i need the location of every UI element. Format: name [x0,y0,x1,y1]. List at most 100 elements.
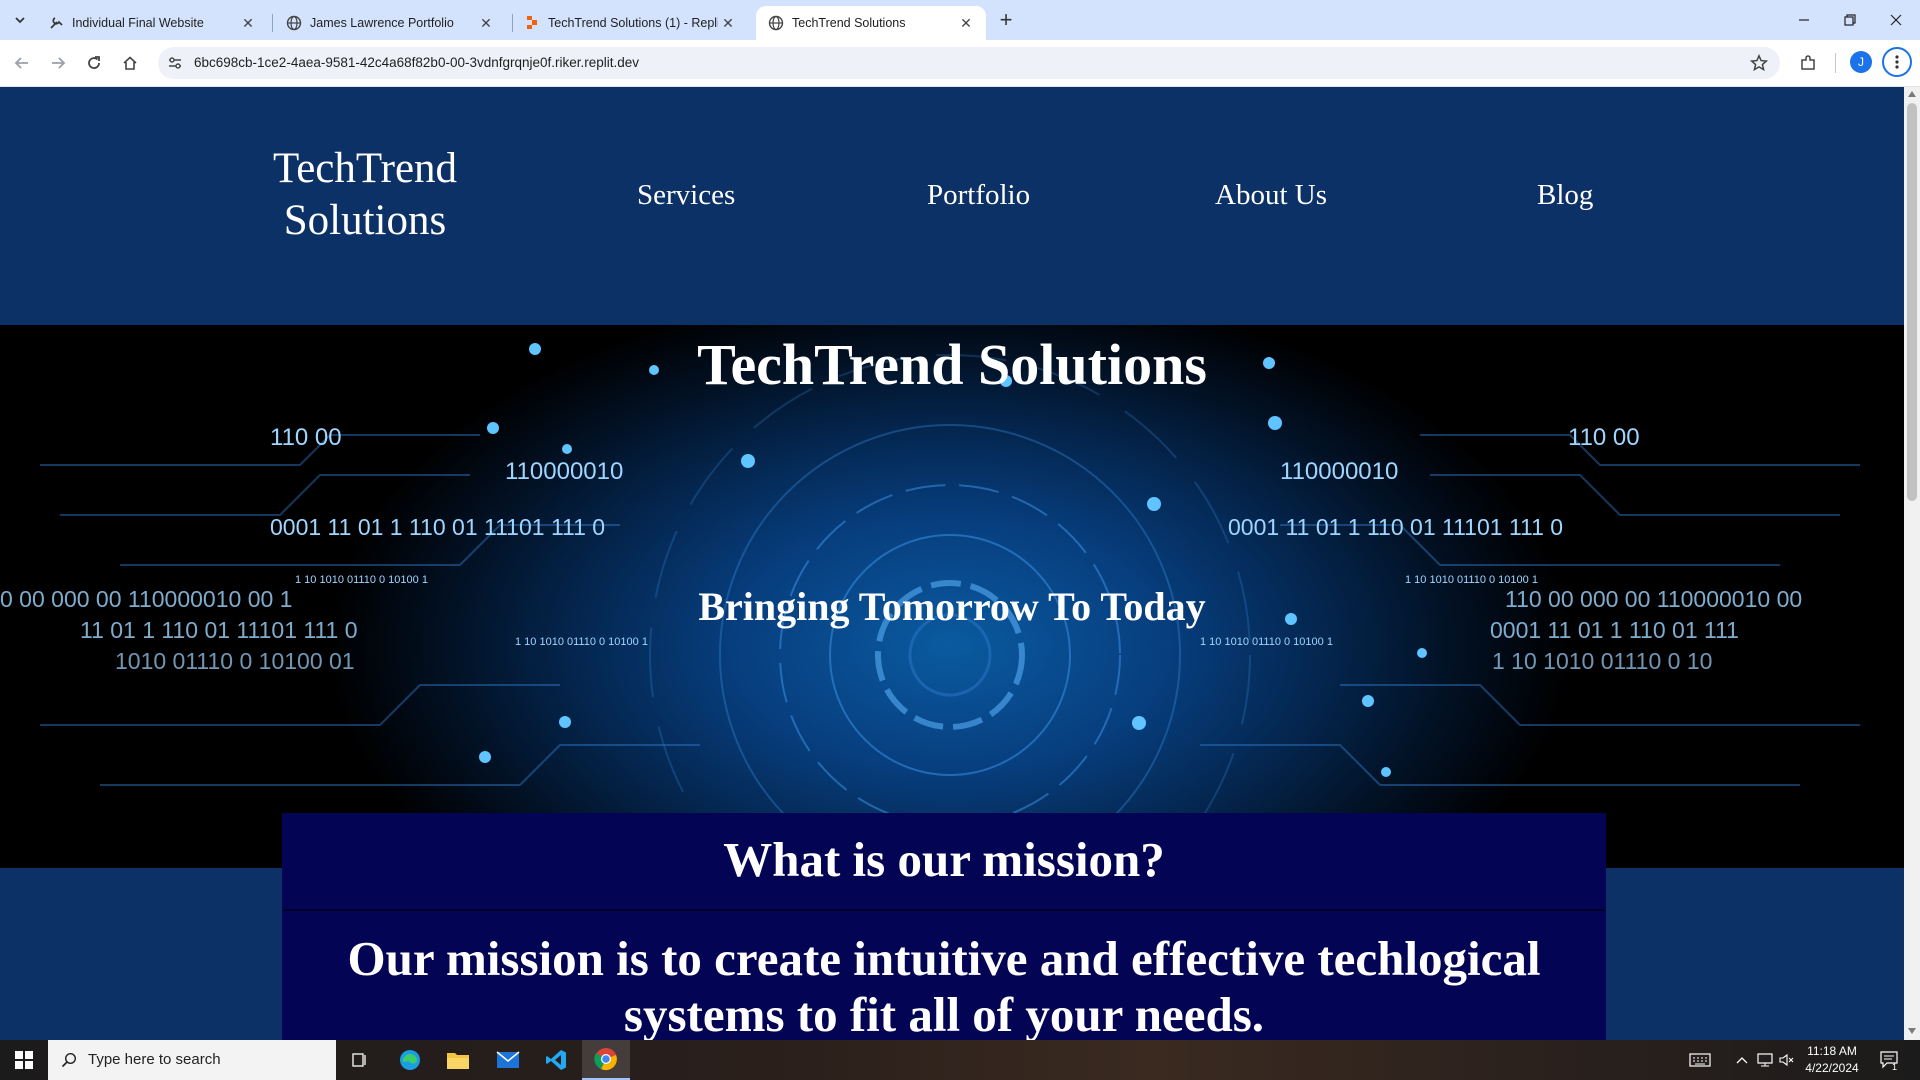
hero-title: TechTrend Solutions [697,332,1207,397]
close-icon[interactable]: ✕ [238,13,258,33]
binary-text: 110 00 [1568,424,1640,451]
edge-browser-icon [400,1050,420,1070]
kebab-menu-icon [1895,55,1899,69]
tab-title: TechTrend Solutions [792,16,906,30]
tab-divider [272,14,273,32]
restore-button[interactable] [1828,8,1872,32]
taskbar-file-explorer[interactable] [434,1040,482,1080]
close-window-button[interactable] [1874,8,1918,32]
taskbar-clock[interactable]: 11:18 AM 4/22/2024 [1798,1043,1866,1077]
show-hidden-icons-button[interactable] [1732,1040,1752,1080]
mission-text: Our mission is to create intuitive and e… [347,931,1541,1040]
profile-avatar[interactable]: J [1850,51,1872,73]
close-icon [1890,14,1902,26]
home-button[interactable] [116,49,144,77]
home-icon [123,56,137,70]
tab-techtrend-replit[interactable]: TechTrend Solutions (1) - Replit ✕ [512,6,748,40]
tab-title: Individual Final Website [72,16,204,30]
url-text[interactable]: 6bc698cb-1ce2-4aea-9581-42c4a68f82b0-00-… [194,55,639,70]
vscode-icon [546,1050,566,1070]
notification-count-badge: 1 [1892,1062,1898,1072]
arrow-left-icon [14,57,28,69]
nav-link-about-us[interactable]: About Us [1215,179,1327,212]
site-logo[interactable]: TechTrend Solutions [250,143,480,247]
globe-icon [286,15,302,31]
hero-banner: 110 00 110000010 0001 11 01 1 110 01 111… [0,325,1904,868]
back-button[interactable] [8,49,36,77]
binary-text: 1 10 1010 01110 0 10100 1 [1200,636,1333,648]
scroll-down-arrow-icon[interactable] [1908,1028,1916,1034]
arrow-right-icon [52,57,66,69]
puzzle-icon [1801,55,1815,70]
keyboard-language-button[interactable] [1680,1040,1720,1080]
task-view-button[interactable] [336,1040,384,1080]
nav-link-portfolio[interactable]: Portfolio [927,179,1030,212]
search-icon [60,1051,78,1069]
close-icon[interactable]: ✕ [476,13,496,33]
site-header: TechTrend Solutions Services Portfolio A… [0,87,1904,325]
notifications-button[interactable]: 1 [1874,1040,1906,1080]
close-icon[interactable]: ✕ [956,13,976,33]
reload-icon [88,56,100,69]
speaker-muted-icon [1779,1053,1794,1067]
clock-date: 4/22/2024 [1805,1061,1859,1075]
hero-subtitle: Bringing Tomorrow To Today [698,584,1206,629]
tab-techtrend-solutions[interactable]: TechTrend Solutions ✕ [756,6,986,40]
minimize-icon [1799,19,1809,21]
page-viewport: TechTrend Solutions Services Portfolio A… [0,87,1904,1040]
tab-individual-final-website[interactable]: Individual Final Website ✕ [36,6,268,40]
tab-title: TechTrend Solutions (1) - Replit [548,16,718,30]
chevron-down-icon [15,17,25,24]
network-icon [1757,1053,1773,1067]
task-view-icon [352,1053,366,1067]
chevron-up-icon [1736,1057,1748,1064]
reload-button[interactable] [80,49,108,77]
address-bar[interactable]: 6bc698cb-1ce2-4aea-9581-42c4a68f82b0-00-… [158,47,1780,79]
browser-menu-button[interactable] [1882,47,1912,77]
extensions-button[interactable] [1794,49,1822,77]
binary-text: 1 10 1010 01110 0 10100 1 [515,636,648,648]
minimize-button[interactable] [1782,8,1826,32]
mail-icon [496,1051,520,1068]
taskbar-search-box[interactable]: Type here to search [48,1040,336,1080]
binary-text: 110000010 [505,458,623,485]
keyboard-icon [1689,1053,1711,1067]
restore-icon [1844,14,1856,26]
nav-link-services[interactable]: Services [637,179,735,212]
taskbar-edge[interactable] [386,1040,434,1080]
site-info-icon[interactable] [164,52,186,74]
taskbar-chrome[interactable] [582,1040,630,1080]
replit-logo-icon [524,15,540,31]
start-button[interactable] [0,1040,48,1080]
mission-section: What is our mission? Our mission is to c… [282,813,1606,1040]
new-tab-button[interactable]: + [994,7,1018,32]
volume-button[interactable] [1776,1040,1798,1080]
binary-text: 0001 11 01 1 110 01 11101 111 0 [270,514,605,540]
chrome-icon [594,1048,617,1071]
close-icon[interactable]: ✕ [718,13,738,33]
binary-text: 110 00 [270,424,342,451]
tab-james-lawrence-portfolio[interactable]: James Lawrence Portfolio ✕ [274,6,506,40]
toolbar-divider [1835,53,1836,73]
tab-search-button[interactable] [8,8,32,32]
folder-icon [447,1053,469,1069]
binary-text: 0001 11 01 1 110 01 11101 111 0 [1228,514,1563,540]
nav-link-blog[interactable]: Blog [1537,179,1593,212]
tab-strip: Individual Final Website ✕ James Lawrenc… [0,0,1920,40]
binary-text: 1 10 1010 01110 0 10 [1492,648,1712,674]
taskbar-mail[interactable] [484,1040,532,1080]
binary-text: 110000010 [1280,458,1398,485]
plus-icon: + [999,7,1013,32]
forward-button[interactable] [44,49,72,77]
profile-initial: J [1858,55,1864,69]
browser-toolbar: 6bc698cb-1ce2-4aea-9581-42c4a68f82b0-00-… [0,40,1920,87]
scroll-up-arrow-icon[interactable] [1908,91,1916,97]
mission-heading: What is our mission? [723,832,1165,887]
taskbar-vscode[interactable] [532,1040,580,1080]
scrollbar-thumb[interactable] [1907,103,1917,501]
search-placeholder: Type here to search [88,1051,221,1068]
bookmark-star-icon[interactable] [1748,52,1770,74]
network-button[interactable] [1754,1040,1776,1080]
page-scrollbar[interactable] [1904,87,1920,1040]
windows-logo-icon [15,1051,33,1069]
